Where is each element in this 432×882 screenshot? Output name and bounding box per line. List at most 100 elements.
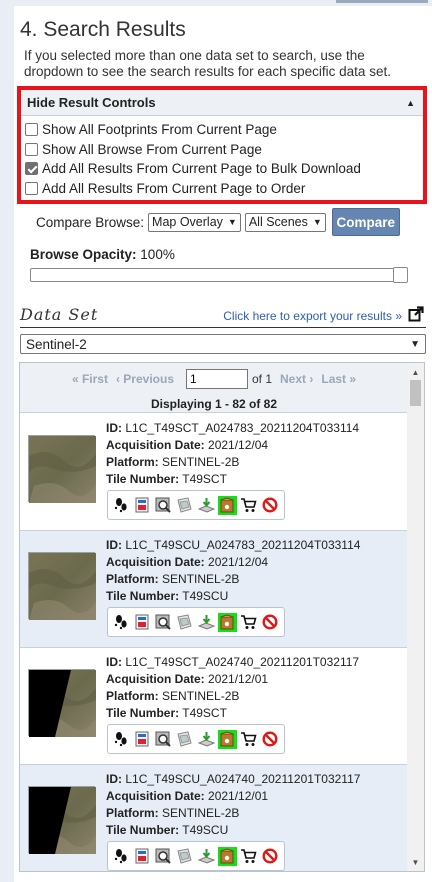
compare-browse-icon[interactable]	[175, 613, 194, 632]
results-scrollbar[interactable]: ▲ ▼	[407, 363, 424, 871]
show-footprints-option[interactable]: Show All Footprints From Current Page	[21, 120, 423, 140]
browse-overlay-icon[interactable]	[154, 847, 173, 866]
result-actions	[107, 490, 285, 520]
compare-browse-icon[interactable]	[175, 496, 194, 515]
tile-number-label: Tile Number:	[106, 589, 180, 603]
browse-thumbnail[interactable]	[28, 552, 96, 620]
entity-id-value: L1C_T49SCT_A024740_20211201T032117	[125, 655, 360, 669]
data-set-value: Sentinel-2	[26, 336, 87, 352]
browse-overlay-icon[interactable]	[154, 496, 173, 515]
compare-scenes-select[interactable]: All Scenes ▼	[244, 212, 326, 232]
browse-overlay-icon[interactable]	[154, 613, 173, 632]
footprint-icon[interactable]	[111, 847, 130, 866]
exclude-icon[interactable]	[261, 613, 280, 632]
browse-opacity-slider[interactable]	[30, 267, 408, 283]
show-browse-checkbox[interactable]	[25, 142, 38, 156]
result-row: ID: L1C_T49SCT_A024740_20211201T032117 Ac…	[20, 648, 408, 765]
chevron-down-icon: ▼	[410, 338, 420, 350]
metadata-icon[interactable]	[132, 847, 151, 866]
footprint-icon[interactable]	[111, 496, 130, 515]
bulk-download-icon[interactable]	[217, 729, 237, 749]
footprint-icon[interactable]	[111, 613, 130, 632]
exclude-icon[interactable]	[261, 847, 280, 866]
download-icon[interactable]	[197, 496, 216, 515]
entity-id-line: ID: L1C_T49SCT_A024783_20211204T033114	[106, 420, 359, 437]
result-row: ID: L1C_T49SCT_A024783_20211204T033114 Ac…	[20, 414, 408, 531]
chevron-down-icon: ▼	[312, 217, 322, 227]
displaying-count: Displaying 1 - 82 of 82	[150, 397, 278, 411]
intro-text: If you selected more than one data set t…	[24, 48, 391, 79]
hide-result-controls-label: Hide Result Controls	[27, 95, 156, 110]
browse-overlay-icon[interactable]	[154, 730, 173, 749]
tab-edge	[336, 0, 428, 3]
browse-opacity-value: 100%	[140, 247, 175, 262]
result-metadata: ID: L1C_T49SCU_A024740_20211201T032117 Ac…	[106, 771, 360, 839]
download-icon[interactable]	[197, 613, 216, 632]
metadata-icon[interactable]	[132, 496, 151, 515]
compare-mode-select[interactable]: Map Overlay ▼	[148, 212, 241, 232]
entity-id-line: ID: L1C_T49SCU_A024740_20211201T032117	[106, 771, 360, 788]
show-footprints-checkbox[interactable]	[25, 123, 38, 137]
bulk-download-icon[interactable]	[217, 495, 237, 515]
entity-id-label: ID:	[106, 538, 122, 552]
scroll-down-icon[interactable]: ▼	[407, 855, 424, 869]
download-icon[interactable]	[197, 730, 216, 749]
add-order-checkbox[interactable]	[25, 181, 38, 195]
compare-button[interactable]: Compare	[331, 208, 400, 236]
slider-thumb[interactable]	[393, 267, 408, 283]
entity-id-line: ID: L1C_T49SCU_A024783_20211204T033114	[106, 537, 360, 554]
browse-thumbnail[interactable]	[28, 669, 96, 737]
order-cart-icon[interactable]	[239, 613, 258, 632]
download-icon[interactable]	[197, 847, 216, 866]
metadata-icon[interactable]	[132, 613, 151, 632]
platform-label: Platform:	[106, 689, 159, 703]
tile-number-line: Tile Number: T49SCT	[106, 705, 359, 722]
acquisition-date-label: Acquisition Date:	[106, 672, 205, 686]
acquisition-date-value: 2021/12/04	[208, 555, 269, 569]
page-number-input[interactable]	[186, 369, 248, 389]
bulk-download-icon[interactable]	[217, 612, 237, 632]
add-bulk-download-option[interactable]: Add All Results From Current Page to Bul…	[21, 159, 423, 179]
order-cart-icon[interactable]	[239, 730, 258, 749]
tile-number-label: Tile Number:	[106, 472, 180, 486]
tile-number-value: T49SCT	[182, 472, 227, 486]
first-page-link[interactable]: « First	[72, 372, 108, 386]
compare-browse-icon[interactable]	[175, 847, 194, 866]
tile-number-value: T49SCT	[182, 706, 227, 720]
bulk-download-icon[interactable]	[217, 846, 237, 866]
compare-mode-value: Map Overlay	[152, 215, 223, 229]
data-set-select[interactable]: Sentinel-2 ▼	[20, 334, 426, 354]
platform-line: Platform: SENTINEL-2B	[106, 805, 360, 822]
scrollbar-thumb[interactable]	[410, 380, 421, 406]
platform-value: SENTINEL-2B	[162, 455, 240, 469]
acquisition-date-value: 2021/12/01	[208, 672, 269, 686]
platform-label: Platform:	[106, 806, 159, 820]
exclude-icon[interactable]	[261, 730, 280, 749]
next-page-link[interactable]: Next ›	[280, 372, 313, 386]
platform-value: SENTINEL-2B	[162, 572, 240, 586]
hide-result-controls-toggle[interactable]: Hide Result Controls ▲	[21, 90, 423, 116]
entity-id-value: L1C_T49SCU_A024740_20211201T032117	[125, 772, 361, 786]
compare-browse-icon[interactable]	[175, 730, 194, 749]
show-browse-option[interactable]: Show All Browse From Current Page	[21, 140, 423, 160]
platform-line: Platform: SENTINEL-2B	[106, 454, 359, 471]
metadata-icon[interactable]	[132, 730, 151, 749]
add-bulk-download-checkbox[interactable]	[25, 162, 38, 176]
exclude-icon[interactable]	[261, 496, 280, 515]
export-results-link[interactable]: Click here to export your results »	[223, 309, 402, 323]
last-page-link[interactable]: Last »	[321, 372, 356, 386]
browse-thumbnail[interactable]	[28, 786, 96, 854]
platform-label: Platform:	[106, 572, 159, 586]
external-link-icon[interactable]	[408, 306, 424, 322]
add-order-option[interactable]: Add All Results From Current Page to Ord…	[21, 179, 423, 199]
compare-scenes-value: All Scenes	[248, 215, 308, 229]
previous-page-link[interactable]: ‹ Previous	[116, 372, 174, 386]
order-cart-icon[interactable]	[239, 496, 258, 515]
footprint-icon[interactable]	[111, 730, 130, 749]
scroll-up-icon[interactable]: ▲	[407, 365, 424, 379]
acquisition-date-label: Acquisition Date:	[106, 438, 205, 452]
order-cart-icon[interactable]	[239, 847, 258, 866]
tile-number-line: Tile Number: T49SCT	[106, 471, 359, 488]
browse-thumbnail[interactable]	[28, 435, 96, 503]
entity-id-value: L1C_T49SCU_A024783_20211204T033114	[125, 538, 361, 552]
